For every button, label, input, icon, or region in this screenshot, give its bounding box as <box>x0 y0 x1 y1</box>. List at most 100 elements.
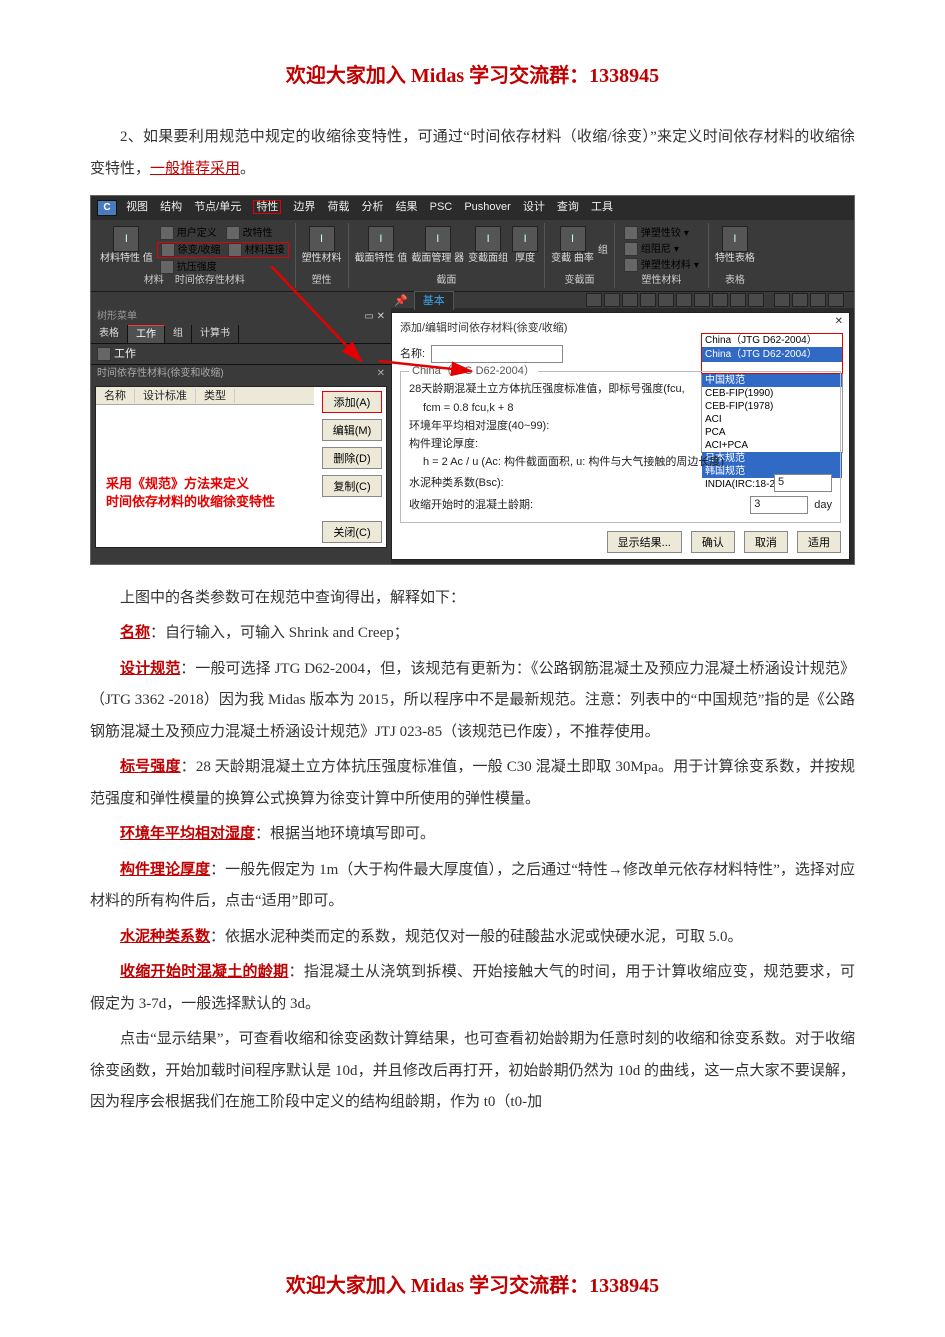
folder-icon <box>97 347 111 361</box>
ribbon-group-plasmat: 弹塑性铰 ▾ 组阻尼 ▾ 弹塑性材料 ▾ 塑性材料 <box>615 223 709 288</box>
group-legend: China（JTG D62-2004） <box>409 364 538 378</box>
ribbon-group-table: I 特性表格 表格 <box>709 223 761 288</box>
f28-label: 28天龄期混凝土立方体抗压强度标准值，即标号强度(fcu, <box>409 382 685 396</box>
pin-icon[interactable]: 📌 <box>394 294 408 308</box>
fcm-eq: fcm = 0.8 fcu,k + 8 <box>423 401 514 415</box>
ribbon-group-label: 变截面 <box>545 274 614 287</box>
age-input[interactable]: 3 <box>750 496 808 514</box>
user-define-item[interactable]: 用户定义 改特性 <box>157 226 289 240</box>
paragraph-10: 点击“显示结果”，可查看收缩和徐变函数计算结果，也可查看初始龄期为任意时刻的收缩… <box>90 1024 855 1119</box>
ribbon-group-material: I 材料特性 值 用户定义 改特性 徐变/收缩 材料连接 抗压强度 材料 时间依… <box>94 223 296 288</box>
ribbon-big-label: 塑性材料 <box>302 252 342 265</box>
toolbar-icon[interactable] <box>694 293 710 307</box>
menu-item[interactable]: 边界 <box>293 201 315 213</box>
copy-button[interactable]: 复制(C) <box>322 475 382 497</box>
paragraph-1: 2、如果要利用规范中规定的收缩徐变特性，可通过“时间依存材料（收缩/徐变）”来定… <box>90 122 855 185</box>
page-header: 欢迎大家加入 Midas 学习交流群：1338945 <box>90 55 855 97</box>
paragraph-thickness: 构件理论厚度：一般先假定为 1m（大于构件最大厚度值），之后通过“特性→修改单元… <box>90 855 855 918</box>
creep-shrink-item[interactable]: 徐变/收缩 材料连接 <box>157 242 289 258</box>
ribbon-group-label: 塑性材料 <box>615 274 708 287</box>
toolbar-icon[interactable] <box>730 293 746 307</box>
toolbar-icon[interactable] <box>604 293 620 307</box>
tree-menu-label: 树形菜单 <box>97 311 137 322</box>
edit-button[interactable]: 编辑(M) <box>322 419 382 441</box>
software-screenshot: C 视图 结构 节点/单元 特性 边界 荷载 分析 结果 PSC Pushove… <box>90 195 855 565</box>
menu-item[interactable]: Pushover <box>464 201 510 213</box>
varsection-icon[interactable]: I <box>475 226 501 252</box>
toolbar-icon[interactable] <box>676 293 692 307</box>
term-thickness: 构件理论厚度 <box>120 862 210 878</box>
toolbar-icon[interactable] <box>622 293 638 307</box>
age-unit: day <box>814 498 832 512</box>
ribbon-group-label: 材料 <box>144 275 164 286</box>
strength-item[interactable]: 抗压强度 <box>157 260 289 274</box>
menu-item[interactable]: 结果 <box>396 201 418 213</box>
toolbar-icon[interactable] <box>748 293 764 307</box>
dialog-close-icon[interactable]: ✕ <box>835 315 843 328</box>
section-icon[interactable]: I <box>368 226 394 252</box>
view-toolbar <box>91 292 854 308</box>
cancel-button[interactable]: 取消 <box>744 531 788 553</box>
paragraph-spec: 设计规范：一般可选择 JTG D62-2004，但，该规范有更新为：《公路钢筋混… <box>90 654 855 749</box>
ribbon-group-label: 截面 <box>349 274 545 287</box>
menu-item[interactable]: 分析 <box>362 201 384 213</box>
paragraph-bsc: 水泥种类系数：依据水泥种类而定的系数，规范仅对一般的硅酸盐水泥或快硬水泥，可取 … <box>90 922 855 954</box>
tree-item[interactable]: 时间依存性材料(徐变和收缩)✕ <box>91 365 391 382</box>
toolbar-icon[interactable] <box>828 293 844 307</box>
toolbar-icon[interactable] <box>658 293 674 307</box>
close-button[interactable]: 关闭(C) <box>322 521 382 543</box>
list-col-type[interactable]: 类型 <box>196 389 235 403</box>
toolbar-icon[interactable] <box>586 293 602 307</box>
dialog: 📌 基本 ✕ 添加/编辑时间依存材料(徐变/收缩) 名称: 设计规范: Chin… <box>391 312 850 560</box>
menu-item[interactable]: 荷载 <box>327 201 349 213</box>
toolbar-icon[interactable] <box>712 293 728 307</box>
tab-basic[interactable]: 基本 <box>414 291 454 310</box>
material-props-icon[interactable]: I <box>113 226 139 252</box>
ok-button[interactable]: 确认 <box>691 531 735 553</box>
bsc-input[interactable]: 5 <box>774 474 832 492</box>
term-name: 名称 <box>120 625 150 641</box>
ribbon-group-var: I变截 曲率 组 变截面 <box>545 223 615 288</box>
left-tab-active[interactable]: 工作 <box>128 325 165 343</box>
menu-item[interactable]: 设计 <box>523 201 545 213</box>
show-result-button[interactable]: 显示结果... <box>607 531 682 553</box>
thickness-icon[interactable]: I <box>512 226 538 252</box>
menu-item[interactable]: 节点/单元 <box>194 201 241 213</box>
material-list: 名称 设计标准 类型 添加(A) 编辑(M) 删除(D) 复制(C) 关闭(C)… <box>95 386 387 548</box>
left-tab[interactable]: 计算书 <box>192 325 239 343</box>
left-panel: 树形菜单▭ ✕ 表格 工作 组 计算书 工作 时间依存性材料(徐变和收缩)✕ 名… <box>91 308 391 564</box>
delete-button[interactable]: 删除(D) <box>322 447 382 469</box>
curve-icon[interactable]: I <box>560 226 586 252</box>
term-strength: 标号强度 <box>120 759 181 775</box>
ribbon-big-label: 材料特性 值 <box>100 252 153 265</box>
menu-item[interactable]: 视图 <box>126 201 148 213</box>
left-tab[interactable]: 组 <box>165 325 192 343</box>
table-icon[interactable]: I <box>722 226 748 252</box>
list-col-std[interactable]: 设计标准 <box>135 389 196 403</box>
toolbar-icon[interactable] <box>774 293 790 307</box>
menu-item[interactable]: 结构 <box>160 201 182 213</box>
spec-group: China（JTG D62-2004） 28天龄期混凝土立方体抗压强度标准值，即… <box>400 371 841 522</box>
term-humidity: 环境年平均相对湿度 <box>120 826 255 842</box>
ribbon-group-label: 塑性 <box>296 274 348 287</box>
list-col-name[interactable]: 名称 <box>96 389 135 403</box>
plastic-mat-icon[interactable]: I <box>309 226 335 252</box>
toolbar-icon[interactable] <box>810 293 826 307</box>
ribbon-group-label: 时间依存性材料 <box>175 275 245 286</box>
menu-item[interactable]: 查询 <box>557 201 579 213</box>
menu-item[interactable]: 特性 <box>253 200 281 214</box>
toolbar-icon[interactable] <box>792 293 808 307</box>
bsc-label: 水泥种类系数(Bsc): <box>409 476 504 490</box>
add-button[interactable]: 添加(A) <box>322 391 382 413</box>
tree-root: 工作 <box>91 344 391 365</box>
menu-item[interactable]: 工具 <box>591 201 613 213</box>
apply-button[interactable]: 适用 <box>797 531 841 553</box>
menu-item[interactable]: PSC <box>430 201 453 213</box>
paragraph-2: 上图中的各类参数可在规范中查询得出，解释如下： <box>90 583 855 615</box>
toolbar-icon[interactable] <box>640 293 656 307</box>
name-input[interactable] <box>431 345 563 363</box>
tree-root-label: 工作 <box>114 347 136 361</box>
para1-suffix: 。 <box>240 161 255 177</box>
left-tab[interactable]: 表格 <box>91 325 128 343</box>
section-mgr-icon[interactable]: I <box>425 226 451 252</box>
